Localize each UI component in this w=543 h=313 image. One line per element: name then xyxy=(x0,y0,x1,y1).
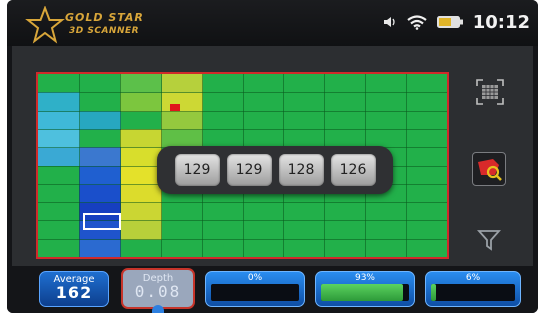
meter-3-track xyxy=(431,284,515,301)
heatmap-cell xyxy=(78,238,121,257)
heatmap-cell xyxy=(119,165,162,185)
meter-2-label: 93% xyxy=(354,273,375,283)
scan-analysis-icon xyxy=(478,159,502,181)
status-bar: 10:12 xyxy=(383,10,530,34)
grid-view-icon xyxy=(476,79,504,105)
depth-value: 0.08 xyxy=(134,282,182,301)
grid-line xyxy=(38,110,447,112)
meter-2-track xyxy=(321,284,409,301)
heatmap-cell xyxy=(119,74,162,94)
heatmap-cell xyxy=(38,110,80,130)
speaker-icon[interactable] xyxy=(383,15,397,29)
heatmap-cell xyxy=(38,147,80,167)
heatmap-cell xyxy=(119,220,162,240)
meter-2: 93% xyxy=(315,271,415,307)
heatmap-cell xyxy=(78,165,121,185)
grid-line xyxy=(38,92,447,94)
sensor-readouts-panel: 129 129 128 126 xyxy=(157,146,393,194)
top-bar: GOLD STAR 3D SCANNER 10:12 xyxy=(7,0,538,46)
heatmap-cell xyxy=(78,110,121,130)
meter-2-fill xyxy=(321,284,403,301)
heatmap-cell xyxy=(78,183,121,204)
meter-1: 0% xyxy=(205,271,305,307)
heatmap-cell xyxy=(160,92,203,112)
target-marker xyxy=(170,104,180,111)
heatmap-cell xyxy=(119,147,162,167)
grid-view-button[interactable] xyxy=(475,78,505,106)
grid-line xyxy=(38,202,447,204)
meter-1-label: 0% xyxy=(247,273,263,283)
sensor-readout-2: 129 xyxy=(226,154,272,186)
filter-icon xyxy=(476,230,502,251)
logo-line-1: GOLD STAR xyxy=(65,11,144,24)
logo-line-2: 3D SCANNER xyxy=(69,26,140,36)
average-value: 162 xyxy=(55,283,93,302)
wifi-icon[interactable] xyxy=(407,14,427,30)
heatmap-cell xyxy=(119,92,162,112)
heatmap-cell xyxy=(38,92,80,112)
heatmap-cell xyxy=(119,128,162,149)
depth-selector-tab xyxy=(152,305,164,313)
meter-3-fill xyxy=(431,284,437,301)
heatmap-cell xyxy=(119,202,162,222)
star-logo-icon xyxy=(25,6,65,44)
heatmap-cell xyxy=(160,74,203,94)
heatmap-cell xyxy=(160,110,203,130)
sensor-readout-4: 126 xyxy=(330,154,376,186)
filter-button[interactable] xyxy=(476,228,502,252)
heatmap-cell xyxy=(119,183,162,204)
heatmap-cell xyxy=(78,147,121,167)
battery-icon xyxy=(436,16,463,28)
app-logo: GOLD STAR 3D SCANNER xyxy=(25,6,165,44)
grid-line xyxy=(38,238,447,240)
scan-cursor[interactable] xyxy=(83,213,121,230)
average-display: Average 162 xyxy=(39,271,109,307)
depth-display[interactable]: Depth 0.08 xyxy=(121,268,195,309)
grid-line xyxy=(38,128,447,130)
sensor-readout-3: 128 xyxy=(278,154,324,186)
device-screen: GOLD STAR 3D SCANNER 10:12 129 129 128 1… xyxy=(7,0,538,313)
clock: 10:12 xyxy=(472,11,530,33)
heatmap-cell xyxy=(38,128,80,149)
meter-3-label: 6% xyxy=(465,273,481,283)
meter-1-track xyxy=(211,284,299,301)
sensor-readout-1: 129 xyxy=(174,154,220,186)
scan-analysis-button[interactable] xyxy=(472,152,506,186)
meter-3: 6% xyxy=(425,271,521,307)
